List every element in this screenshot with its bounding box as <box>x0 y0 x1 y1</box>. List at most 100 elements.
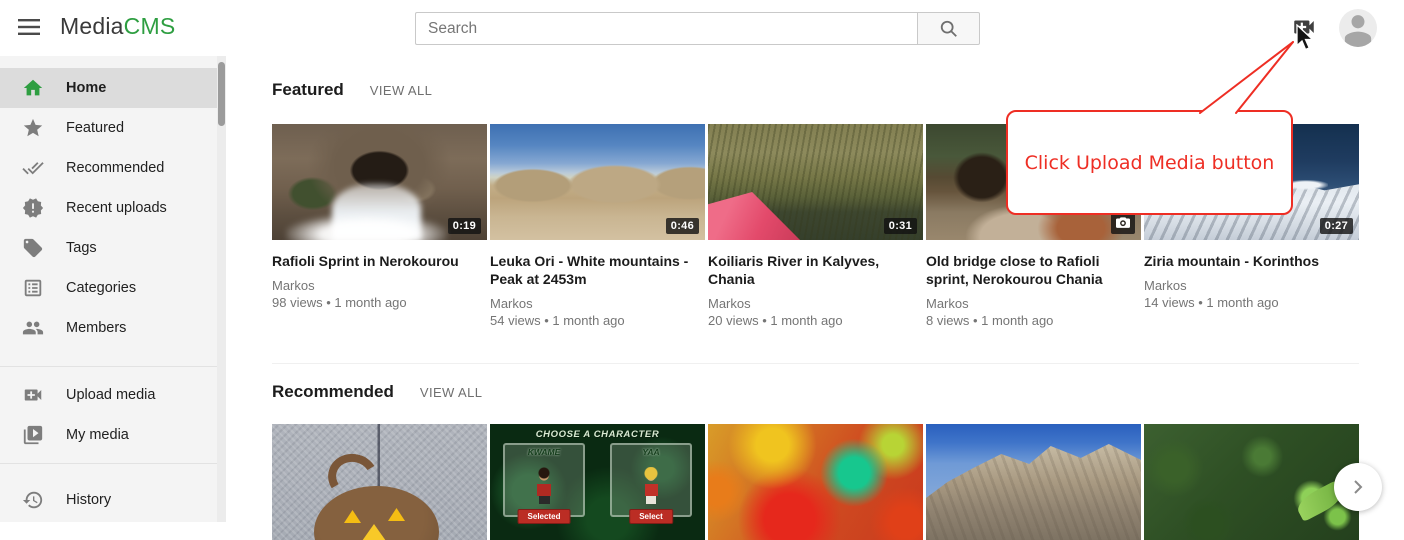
star-icon <box>22 117 44 139</box>
sidebar-scrollbar[interactable] <box>217 56 226 522</box>
game-character-name: KWAME <box>505 447 583 457</box>
callout-text: Click Upload Media button <box>1025 152 1275 174</box>
media-card[interactable]: 0:19 Rafioli Sprint in Nerokourou Markos… <box>272 124 487 329</box>
logo-cms: CMS <box>124 13 176 39</box>
game-character-panel: YAA Select <box>610 443 692 517</box>
media-meta: 8 views • 1 month ago <box>926 312 1141 329</box>
tag-icon <box>22 237 44 259</box>
people-icon <box>22 317 44 339</box>
video-library-icon <box>22 424 44 446</box>
carousel-next-button[interactable] <box>1334 463 1382 511</box>
sidebar-item-label: Recent uploads <box>66 200 167 216</box>
sidebar-item-label: Categories <box>66 280 136 296</box>
section-title: Recommended <box>272 382 394 402</box>
media-title[interactable]: Koiliaris River in Kalyves, Chania <box>708 252 923 288</box>
media-card[interactable] <box>926 424 1141 540</box>
sidebar-item-home[interactable]: Home <box>0 68 217 108</box>
media-card[interactable]: CHOOSE A CHARACTER KWAME Selected YAA Se… <box>490 424 705 540</box>
sidebar-item-featured[interactable]: Featured <box>0 108 217 148</box>
sidebar-divider <box>0 366 226 367</box>
sidebar-item-label: Featured <box>66 120 124 136</box>
video-thumbnail[interactable] <box>1144 424 1359 540</box>
sidebar-item-upload-media[interactable]: Upload media <box>0 375 217 415</box>
sidebar-item-my-media[interactable]: My media <box>0 415 217 455</box>
media-card[interactable] <box>708 424 923 540</box>
duration-badge: 0:27 <box>1320 218 1353 234</box>
duration-badge: 0:19 <box>448 218 481 234</box>
media-title[interactable]: Old bridge close to Rafioli sprint, Nero… <box>926 252 1141 288</box>
callout-pointer <box>1190 36 1305 116</box>
video-thumbnail[interactable] <box>708 424 923 540</box>
sidebar-item-recent-uploads[interactable]: Recent uploads <box>0 188 217 228</box>
media-author[interactable]: Markos <box>708 295 923 312</box>
sidebar-item-recommended[interactable]: Recommended <box>0 148 217 188</box>
recommended-section-header: Recommended VIEW ALL <box>272 382 482 402</box>
media-meta: 20 views • 1 month ago <box>708 312 923 329</box>
media-title[interactable]: Leuka Ori - White mountains - Peak at 24… <box>490 252 705 288</box>
history-icon <box>22 489 44 511</box>
media-author[interactable]: Markos <box>272 277 487 294</box>
section-divider <box>272 363 1359 364</box>
media-author[interactable]: Markos <box>490 295 705 312</box>
media-card[interactable] <box>1144 424 1359 540</box>
media-title[interactable]: Rafioli Sprint in Nerokourou <box>272 252 487 270</box>
home-icon <box>22 77 44 99</box>
search-bar <box>415 12 980 45</box>
app-logo[interactable]: MediaCMS <box>60 13 175 40</box>
user-avatar[interactable] <box>1339 9 1377 47</box>
featured-section-header: Featured VIEW ALL <box>272 80 432 100</box>
sidebar-item-history[interactable]: History <box>0 480 217 520</box>
sidebar-item-categories[interactable]: Categories <box>0 268 217 308</box>
sidebar-item-label: Home <box>66 80 106 96</box>
hamburger-menu-button[interactable] <box>14 14 44 42</box>
sidebar-item-tags[interactable]: Tags <box>0 228 217 268</box>
scrollbar-thumb[interactable] <box>218 62 225 126</box>
media-author[interactable]: Markos <box>926 295 1141 312</box>
search-input[interactable] <box>415 12 917 45</box>
new-releases-icon <box>22 197 44 219</box>
game-thumb-title: CHOOSE A CHARACTER <box>490 429 705 440</box>
chevron-right-icon <box>1346 475 1370 499</box>
game-character-name: YAA <box>612 447 690 457</box>
media-author[interactable]: Markos <box>1144 277 1359 294</box>
tutorial-callout: Click Upload Media button <box>1006 110 1293 215</box>
recommended-row: CHOOSE A CHARACTER KWAME Selected YAA Se… <box>272 424 1359 540</box>
sidebar: Home Featured Recommended Recent uploads… <box>0 56 226 522</box>
game-character-panel: KWAME Selected <box>503 443 585 517</box>
media-meta: 14 views • 1 month ago <box>1144 294 1359 311</box>
sidebar-divider <box>0 463 226 464</box>
video-thumbnail[interactable] <box>926 424 1141 540</box>
sidebar-item-label: Members <box>66 320 126 336</box>
double-check-icon <box>22 157 44 179</box>
duration-badge: 0:31 <box>884 218 917 234</box>
video-thumbnail[interactable]: 0:31 <box>708 124 923 240</box>
person-icon <box>1339 9 1377 47</box>
media-card[interactable] <box>272 424 487 540</box>
sidebar-item-label: Recommended <box>66 160 164 176</box>
sidebar-item-label: History <box>66 492 111 508</box>
media-card[interactable]: 0:46 Leuka Ori - White mountains - Peak … <box>490 124 705 329</box>
video-thumbnail[interactable]: CHOOSE A CHARACTER KWAME Selected YAA Se… <box>490 424 705 540</box>
view-all-link[interactable]: VIEW ALL <box>420 385 482 400</box>
hamburger-icon <box>18 19 40 35</box>
media-meta: 54 views • 1 month ago <box>490 312 705 329</box>
media-title[interactable]: Ziria mountain - Korinthos <box>1144 252 1359 270</box>
camera-icon <box>1116 216 1130 228</box>
sidebar-item-members[interactable]: Members <box>0 308 217 348</box>
sidebar-item-label: My media <box>66 427 129 443</box>
media-card[interactable]: 0:31 Koiliaris River in Kalyves, Chania … <box>708 124 923 329</box>
game-character-sprite <box>533 467 555 507</box>
section-title: Featured <box>272 80 344 100</box>
video-thumbnail[interactable]: 0:46 <box>490 124 705 240</box>
view-all-link[interactable]: VIEW ALL <box>370 83 432 98</box>
mouse-cursor <box>1296 24 1314 51</box>
logo-media: Media <box>60 13 124 39</box>
search-button[interactable] <box>917 12 980 45</box>
media-meta: 98 views • 1 month ago <box>272 294 487 311</box>
categories-icon <box>22 277 44 299</box>
video-thumbnail[interactable] <box>272 424 487 540</box>
game-character-sprite <box>640 467 662 507</box>
video-thumbnail[interactable]: 0:19 <box>272 124 487 240</box>
search-icon <box>939 19 959 39</box>
upload-media-icon <box>22 384 44 406</box>
